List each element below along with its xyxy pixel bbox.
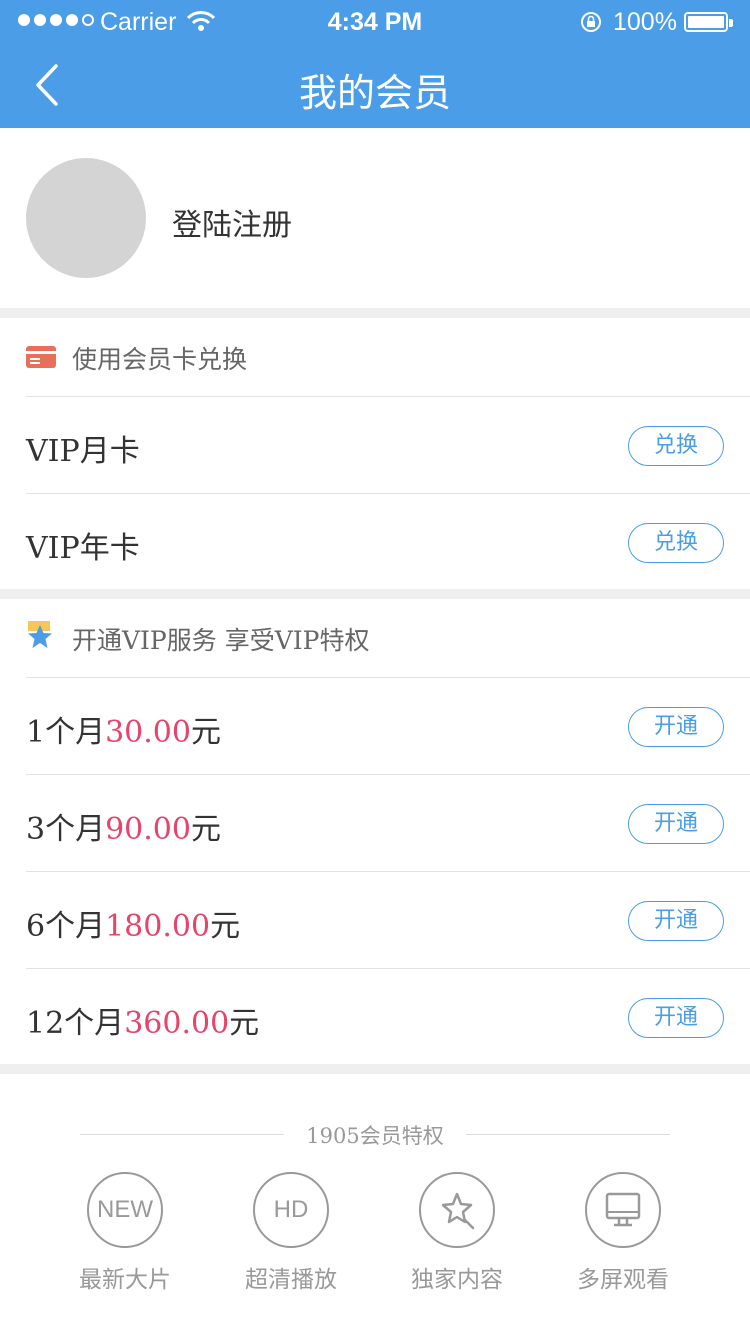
- subscribe-button[interactable]: 开通: [628, 901, 724, 941]
- redeem-section-title: 使用会员卡兑换: [72, 345, 248, 374]
- plan-label: 3个月90.00元: [26, 812, 221, 847]
- battery-percent: 100%: [613, 8, 677, 36]
- vip-star-icon: [28, 621, 52, 648]
- privilege-multi-screen: 多屏观看: [548, 1172, 698, 1294]
- section-divider: [0, 308, 750, 318]
- hd-badge-icon: HD: [253, 1172, 329, 1248]
- new-badge-icon: NEW: [87, 1172, 163, 1248]
- privilege-latest-movies: NEW 最新大片: [50, 1172, 200, 1294]
- rotation-lock-icon: [581, 12, 601, 32]
- list-item: 6个月180.00元 开通: [0, 871, 750, 968]
- login-register-link[interactable]: 登陆注册: [172, 200, 292, 244]
- subscribe-button[interactable]: 开通: [628, 707, 724, 747]
- section-divider: [0, 1064, 750, 1074]
- header-bar: Carrier 4:34 PM 100% 我的会员: [0, 0, 750, 128]
- status-bar: Carrier 4:34 PM 100%: [0, 0, 750, 40]
- star-tag-icon: [419, 1172, 495, 1248]
- redeem-button[interactable]: 兑换: [628, 426, 724, 466]
- membership-card-icon: [26, 346, 56, 368]
- vip-monthly-card-label: VIP月卡: [26, 434, 140, 469]
- section-divider: [0, 589, 750, 599]
- page-title: 我的会员: [298, 71, 451, 115]
- privilege-hd-playback: HD 超清播放: [216, 1172, 366, 1294]
- plan-label: 12个月360.00元: [26, 1006, 260, 1041]
- subscribe-button[interactable]: 开通: [628, 998, 724, 1038]
- privilege-label: 独家内容: [411, 1267, 503, 1293]
- monitor-icon: [585, 1172, 661, 1248]
- list-item: VIP年卡 兑换: [0, 493, 750, 590]
- privileges-section: 1905会员特权 NEW 最新大片 HD 超清播放 独家内容 多屏观看: [0, 1074, 750, 1334]
- vip-section-header: 开通VIP服务 享受VIP特权: [0, 599, 750, 677]
- privilege-exclusive-content: 独家内容: [382, 1172, 532, 1294]
- list-item: 1个月30.00元 开通: [0, 677, 750, 774]
- plan-price: 90.00: [105, 812, 191, 847]
- profile-section[interactable]: 登陆注册: [0, 128, 750, 308]
- avatar[interactable]: [26, 158, 146, 278]
- redeem-section-header: 使用会员卡兑换: [0, 318, 750, 396]
- privilege-label: 多屏观看: [577, 1267, 669, 1293]
- privilege-label: 最新大片: [79, 1267, 171, 1293]
- plan-price: 180.00: [105, 909, 211, 944]
- plan-label: 1个月30.00元: [26, 715, 221, 750]
- battery-icon: [684, 12, 733, 32]
- list-item: 3个月90.00元 开通: [0, 774, 750, 871]
- privileges-title: 1905会员特权: [306, 1124, 444, 1148]
- plan-price: 30.00: [105, 715, 191, 750]
- privilege-label: 超清播放: [245, 1267, 337, 1293]
- vip-yearly-card-label: VIP年卡: [26, 531, 140, 566]
- list-item: VIP月卡 兑换: [0, 396, 750, 493]
- subscribe-button[interactable]: 开通: [628, 804, 724, 844]
- vip-section-title: 开通VIP服务 享受VIP特权: [72, 626, 370, 655]
- redeem-button[interactable]: 兑换: [628, 523, 724, 563]
- plan-price: 360.00: [124, 1006, 230, 1041]
- plan-label: 6个月180.00元: [26, 909, 241, 944]
- list-item: 12个月360.00元 开通: [0, 968, 750, 1065]
